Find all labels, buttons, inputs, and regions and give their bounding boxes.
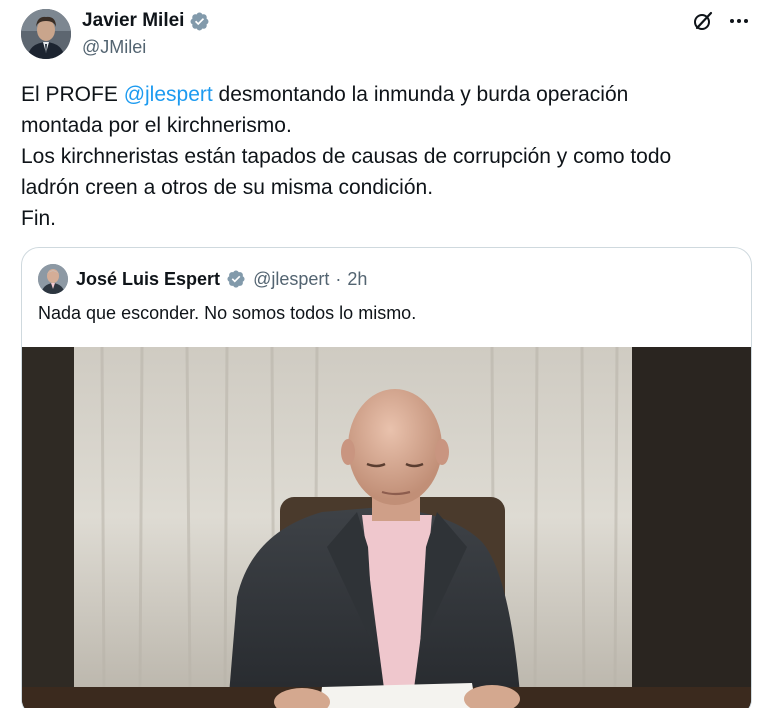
grok-icon[interactable]	[692, 10, 714, 32]
mention-link[interactable]: @jlespert	[124, 83, 213, 106]
more-icon[interactable]	[728, 10, 750, 32]
quoted-tweet-header: José Luis Espert @jlespert · 2h	[38, 264, 367, 294]
quoted-tweet-text: Nada que esconder. No somos todos lo mis…	[38, 303, 417, 323]
author-avatar[interactable]	[21, 9, 71, 59]
tweet: Javier Milei @JMilei El PROFE @jlespert …	[0, 0, 770, 708]
author-name[interactable]: Javier Milei	[82, 10, 184, 32]
quoted-tweet[interactable]: José Luis Espert @jlespert · 2h Nada que…	[21, 247, 752, 708]
tweet-actions	[692, 10, 750, 32]
author-block: Javier Milei @JMilei	[82, 10, 210, 58]
tweet-text-line: El PROFE @jlespert desmontando la inmund…	[21, 79, 751, 110]
verified-badge-icon[interactable]	[226, 269, 247, 290]
tweet-text-line: ladrón creen a otros de su misma condici…	[21, 176, 434, 199]
tweet-text: El PROFE @jlespert desmontando la inmund…	[21, 79, 751, 234]
quoted-separator: ·	[335, 268, 342, 289]
author-handle[interactable]: @JMilei	[82, 37, 210, 58]
tweet-text-line: Los kirchneristas están tapados de causa…	[21, 145, 672, 168]
quoted-author-name[interactable]: José Luis Espert	[76, 269, 220, 290]
quoted-timestamp[interactable]: 2h	[347, 269, 367, 290]
quoted-author-avatar[interactable]	[38, 264, 68, 294]
tweet-text-line: Fin.	[21, 207, 57, 230]
tweet-text-segment: desmontando la inmunda y burda operación	[212, 83, 629, 106]
tweet-text-segment: El PROFE	[21, 83, 124, 106]
verified-badge-icon[interactable]	[189, 11, 210, 32]
quoted-author-handle[interactable]: @jlespert	[253, 269, 329, 290]
tweet-text-line: montada por el kirchnerismo.	[21, 114, 292, 137]
quoted-media-photo[interactable]	[22, 347, 751, 708]
